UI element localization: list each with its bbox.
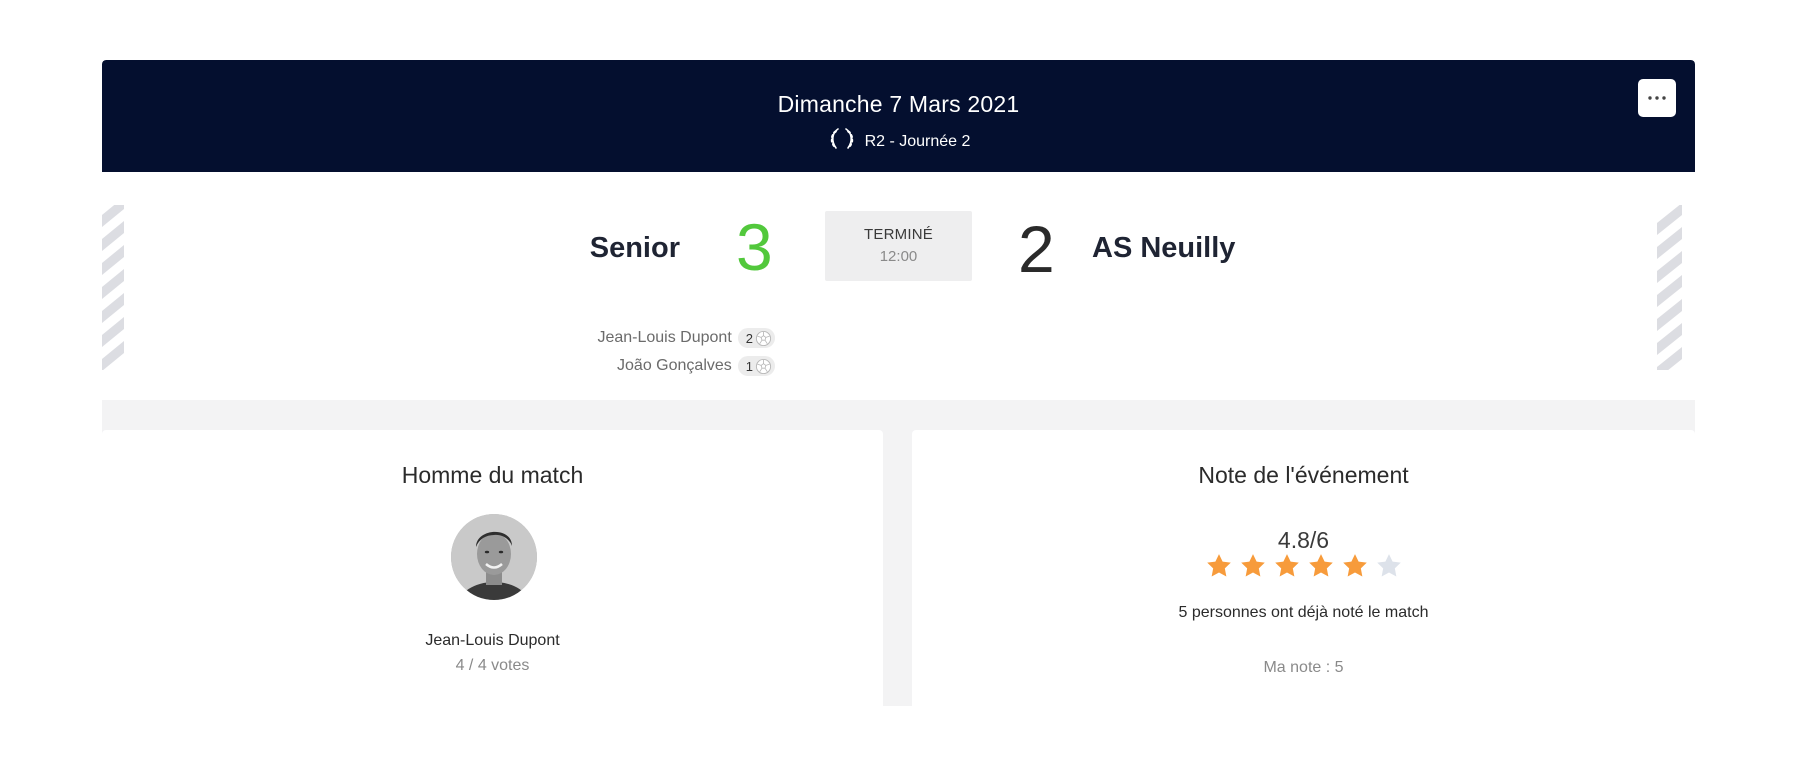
goal-count-badge: 2 [737,328,775,348]
event-rating-panel: Note de l'événement 4.8/6 5 personnes on… [912,430,1695,706]
man-of-the-match-panel: Homme du match Jean-Louis Dupont 4 / 4 v… [102,430,883,706]
rating-title: Note de l'événement [1198,462,1409,488]
star-filled-icon[interactable] [1239,552,1267,580]
scorer-name: João Gonçalves [617,357,732,374]
scoreboard: Senior 3 TERMINÉ 12:00 2 AS Neuilly Jean… [102,172,1695,400]
match-date: Dimanche 7 Mars 2021 [777,91,1020,117]
star-filled-icon[interactable] [1205,552,1233,580]
motm-title: Homme du match [401,462,584,488]
competition-line: R2 - Journée 2 [102,126,1695,157]
soccer-ball-icon [755,330,772,346]
laurel-icon [827,126,857,157]
motm-votes: 4 / 4 votes [455,657,530,674]
goal-count: 1 [745,358,753,374]
away-score: 2 [1018,212,1055,286]
home-scorers-list: Jean-Louis Dupont 2 João Gonçalves 1 [597,324,775,380]
competition-label: R2 - Journée 2 [864,132,971,150]
match-header: Dimanche 7 Mars 2021 R2 - Journée 2 [102,60,1695,172]
home-team-name[interactable]: Senior [590,232,680,265]
player-photo [451,514,537,600]
goal-count-badge: 1 [737,356,775,376]
kickoff-time: 12:00 [879,248,918,265]
match-status: TERMINÉ 12:00 [825,211,972,281]
status-label: TERMINÉ [864,226,933,243]
motm-player-name: Jean-Louis Dupont [425,632,560,649]
star-filled-icon[interactable] [1341,552,1369,580]
rating-average: 4.8/6 [1277,527,1330,553]
star-filled-icon[interactable] [1273,552,1301,580]
avatar[interactable] [451,514,537,600]
match-card: Dimanche 7 Mars 2021 R2 - Journée 2 Seni… [102,60,1695,706]
more-options-button[interactable] [1638,79,1676,117]
goal-count: 2 [745,330,753,346]
soccer-ball-icon [755,358,772,374]
more-dots-icon [1648,96,1666,100]
scorer-row[interactable]: Jean-Louis Dupont 2 [597,324,775,352]
star-rating[interactable] [912,552,1695,580]
decorative-stripes-left [102,205,124,370]
star-filled-icon[interactable] [1307,552,1335,580]
star-empty-icon[interactable] [1375,552,1403,580]
rating-count: 5 personnes ont déjà noté le match [1178,604,1429,621]
decorative-stripes-right [1657,205,1682,370]
away-team-name[interactable]: AS Neuilly [1092,232,1235,265]
home-score: 3 [736,210,773,284]
my-rating: Ma note : 5 [1263,659,1344,676]
scorer-name: Jean-Louis Dupont [597,329,732,346]
scorer-row[interactable]: João Gonçalves 1 [597,352,775,380]
